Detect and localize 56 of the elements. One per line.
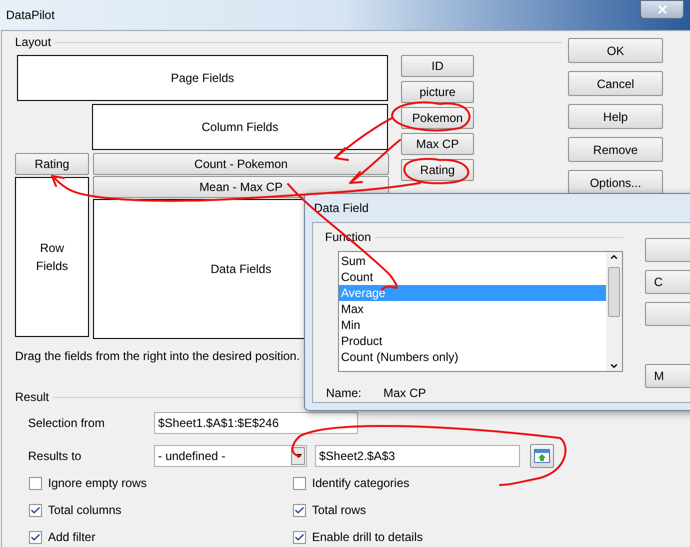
input-field[interactable]: $Sheet2.$A$3	[315, 445, 520, 467]
section-label: Layout	[15, 34, 52, 51]
checkbox-label: Identify categories	[312, 475, 410, 492]
checkbox[interactable]	[29, 504, 42, 516]
shrink-button[interactable]	[530, 444, 554, 468]
page-fields-area: Page Fields	[17, 55, 388, 101]
checkbox[interactable]	[29, 530, 42, 544]
hint-text: Drag the fields from the right into the desired position.	[15, 348, 300, 365]
field-label: Results to	[28, 448, 82, 465]
annotation-arrow	[334, 117, 393, 161]
close-icon	[656, 3, 668, 16]
dialog-button[interactable]: Help	[568, 104, 663, 129]
close-button[interactable]	[640, 0, 684, 19]
checkbox[interactable]	[29, 476, 42, 490]
field-label: Selection from	[28, 414, 106, 432]
dropdown[interactable]: - undefined -	[154, 445, 307, 467]
dialog-button[interactable]: OK	[568, 38, 663, 63]
field-button[interactable]: ID	[401, 55, 474, 77]
dialog-button[interactable]	[645, 302, 690, 326]
check-icon	[30, 504, 41, 516]
dialog-button[interactable]: C	[645, 270, 690, 294]
field-value: Max CP	[383, 385, 426, 402]
field-button[interactable]: Max CP	[401, 133, 474, 155]
field-button[interactable]: Pokemon	[401, 107, 474, 129]
checkbox-label: Ignore empty rows	[48, 475, 147, 492]
column-fields-area: Column Fields	[92, 104, 388, 150]
checkbox-label: Add filter	[48, 529, 96, 546]
window-title: DataPilot	[6, 7, 55, 24]
checkbox-label: Total columns	[48, 502, 122, 519]
scroll-thumb[interactable]	[608, 266, 620, 316]
field-button[interactable]: Rating	[15, 153, 89, 175]
row-fields-area: Row Fields	[15, 177, 89, 337]
checkbox[interactable]	[293, 530, 306, 544]
field-button[interactable]: Count - Pokemon	[93, 153, 389, 175]
check-icon	[30, 532, 41, 542]
checkbox-label: Enable drill to details	[312, 529, 423, 546]
check-icon	[294, 532, 305, 542]
dialog-button[interactable]: Options...	[568, 170, 663, 195]
checkbox[interactable]	[293, 476, 306, 490]
scroll-up-icon	[609, 252, 619, 262]
section-label: Result	[15, 389, 50, 406]
checkbox[interactable]	[293, 504, 306, 516]
dialog-button[interactable]: M	[645, 364, 690, 388]
shrink-icon	[534, 449, 550, 463]
list-item[interactable]: Count (Numbers only)	[339, 349, 606, 365]
dialog-button[interactable]	[645, 238, 690, 262]
checkbox-label: Total rows	[312, 502, 366, 519]
scroll-down-icon	[609, 361, 619, 371]
input-field[interactable]: $Sheet1.$A$1:$E$246	[154, 412, 358, 434]
dialog-title: Data Field	[313, 200, 370, 217]
field-label: Name:	[326, 385, 362, 402]
field-button[interactable]: picture	[401, 81, 474, 103]
dialog-button[interactable]: Remove	[568, 137, 663, 162]
check-icon	[294, 504, 305, 516]
dropdown-arrow-icon	[294, 454, 302, 458]
dialog-button[interactable]: Cancel	[568, 71, 663, 96]
